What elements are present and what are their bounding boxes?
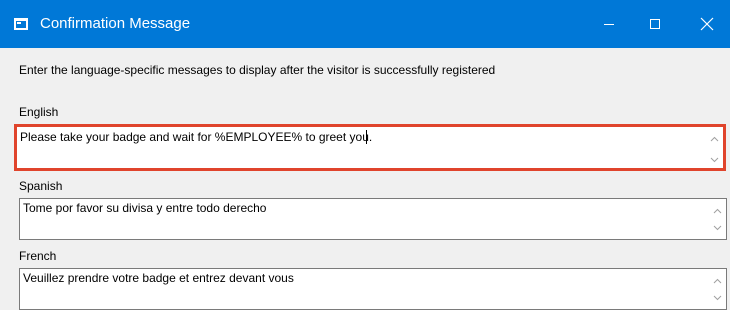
french-label: French	[19, 249, 57, 263]
english-label: English	[19, 105, 59, 119]
close-icon	[700, 17, 714, 31]
maximize-icon	[650, 19, 660, 29]
scroll-down-icon[interactable]	[713, 225, 722, 231]
window-app-icon[interactable]	[14, 17, 28, 30]
french-message-field[interactable]: Veuillez prendre votre badge et entrez d…	[19, 268, 727, 310]
french-scrollbar[interactable]	[709, 269, 726, 309]
confirmation-message-window: Confirmation Message Enter the language-…	[0, 0, 730, 310]
close-button[interactable]	[684, 0, 730, 48]
scroll-up-icon[interactable]	[713, 208, 722, 214]
window-title: Confirmation Message	[40, 15, 191, 32]
maximize-button[interactable]	[632, 0, 678, 48]
title-bar[interactable]: Confirmation Message	[0, 0, 730, 48]
instruction-text: Enter the language-specific messages to …	[19, 63, 496, 77]
text-caret	[366, 130, 367, 144]
spanish-label: Spanish	[19, 179, 63, 193]
spanish-message-value: Tome por favor su divisa y entre todo de…	[23, 201, 267, 215]
english-message-value: Please take your badge and wait for %EMP…	[20, 130, 373, 144]
scroll-up-icon[interactable]	[710, 136, 719, 142]
english-scrollbar[interactable]	[706, 127, 723, 168]
minimize-button[interactable]	[586, 0, 632, 48]
spanish-message-field[interactable]: Tome por favor su divisa y entre todo de…	[19, 198, 727, 240]
french-message-value: Veuillez prendre votre badge et entrez d…	[23, 271, 294, 285]
minimize-icon	[604, 24, 614, 25]
scroll-down-icon[interactable]	[713, 295, 722, 301]
scroll-down-icon[interactable]	[710, 157, 719, 163]
spanish-scrollbar[interactable]	[709, 199, 726, 239]
english-message-field[interactable]: Please take your badge and wait for %EMP…	[14, 124, 726, 171]
scroll-up-icon[interactable]	[713, 278, 722, 284]
